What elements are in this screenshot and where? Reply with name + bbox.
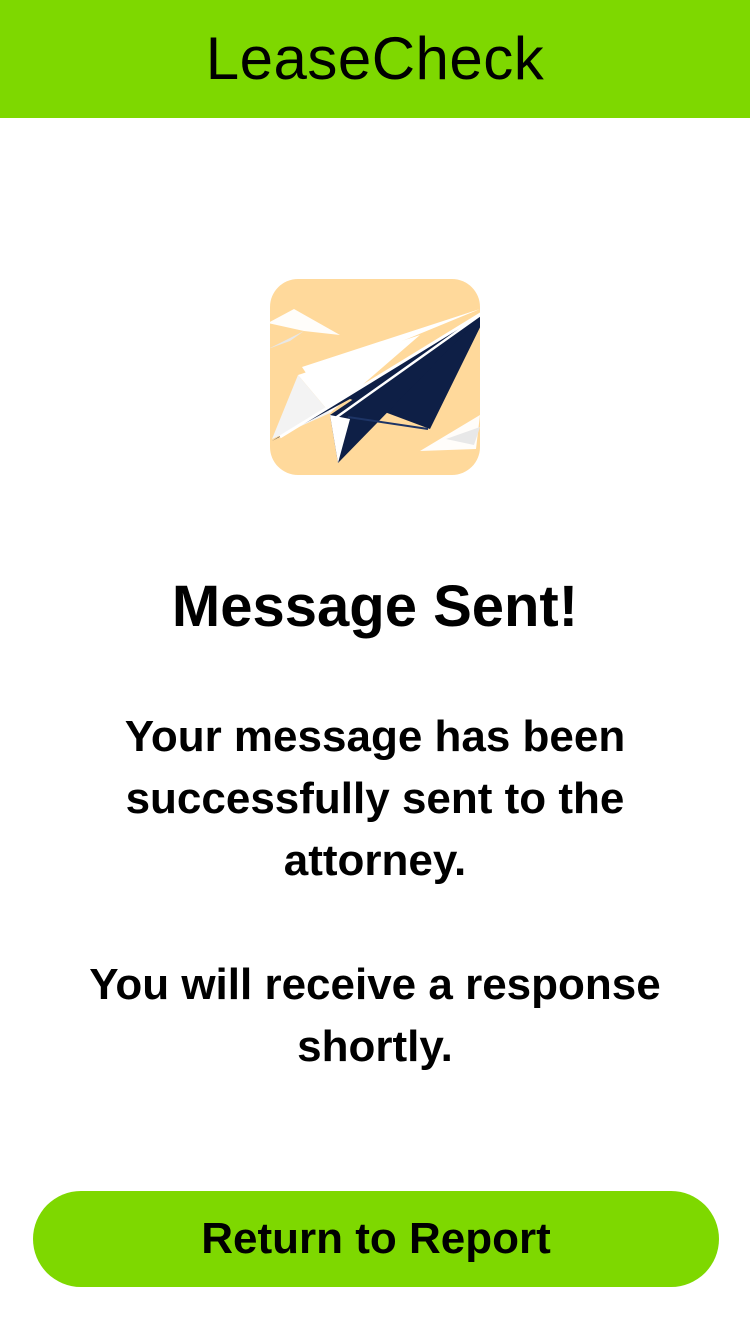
return-to-report-label: Return to Report — [201, 1214, 551, 1263]
response-notice: You will receive a response shortly. — [89, 960, 661, 1071]
confirmation-headline: Message Sent! — [171, 574, 579, 639]
confirmation-message: Your message has been successfully sent … — [124, 712, 626, 885]
paper-plane-icon — [270, 279, 480, 475]
confirmation-message-block: Your message has been successfully sent … — [60, 706, 690, 1078]
app-screen: LeaseCheck Message Sent! Your message ha… — [0, 0, 750, 1334]
app-header: LeaseCheck — [0, 0, 750, 118]
return-to-report-button[interactable]: Return to Report — [33, 1191, 719, 1287]
app-title: LeaseCheck — [205, 25, 545, 92]
